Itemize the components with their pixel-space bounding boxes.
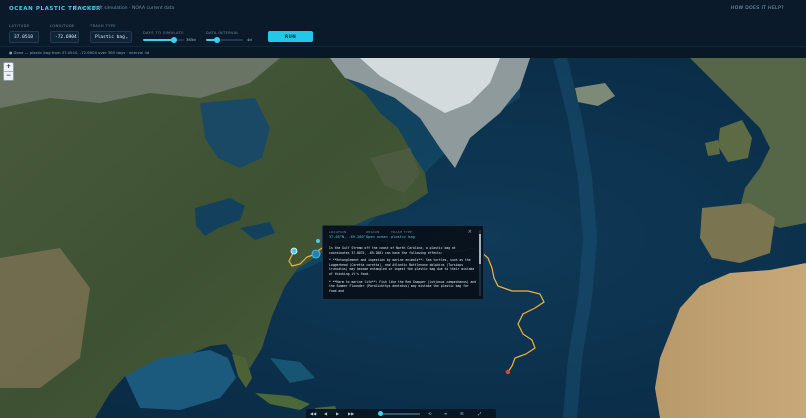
zoom-out-button[interactable]: − bbox=[4, 72, 13, 80]
trash-type-popup-label: TRASH TYPE bbox=[391, 230, 413, 234]
latitude-input[interactable]: 37.0510 bbox=[9, 31, 39, 43]
run-simulation-button[interactable]: RUN SIMULATION bbox=[268, 31, 313, 50]
status-text: ● Done — plastic bag from 37.0510, -72.6… bbox=[9, 50, 150, 55]
popup-paragraph: * **Entanglement and ingestion by marine… bbox=[329, 258, 475, 276]
days-slider-thumb[interactable] bbox=[170, 37, 177, 43]
help-link[interactable]: HOW DOES IT HELP? bbox=[731, 6, 784, 11]
timeline-controls: ◀◀ ◀ ▶ ▶▶ ⟲ ≡ ☰ ⤢ bbox=[306, 409, 496, 418]
info-popup: LOCATION 37.05°N, -69.280° REGION Open o… bbox=[322, 225, 484, 300]
list-icon[interactable]: ☰ bbox=[460, 411, 464, 416]
days-value: 365d bbox=[186, 37, 196, 42]
zoom-in-button[interactable]: + bbox=[4, 63, 13, 72]
top-bar: OCEAN PLASTIC TRACKER Oceanic drift simu… bbox=[0, 0, 806, 19]
days-label: DAYS TO SIMULATE bbox=[143, 31, 184, 35]
chevron-down-icon: ▾ bbox=[125, 35, 128, 40]
interval-value: 4d bbox=[247, 37, 252, 42]
close-icon[interactable]: × bbox=[468, 229, 472, 235]
end-marker[interactable] bbox=[505, 369, 511, 375]
latitude-label: LATITUDE bbox=[9, 24, 30, 28]
fast-forward-button[interactable]: ▶▶ bbox=[348, 411, 354, 416]
popup-description: In the Gulf Stream off the coast of Nort… bbox=[329, 246, 477, 298]
waypoint-marker[interactable] bbox=[316, 239, 320, 243]
popup-scrollbar[interactable] bbox=[479, 230, 481, 296]
trash-type-select[interactable]: Plastic bag ▾ bbox=[90, 31, 132, 43]
iberia bbox=[700, 203, 775, 263]
reset-icon[interactable]: ⟲ bbox=[428, 411, 431, 416]
popup-scroll-thumb[interactable] bbox=[479, 234, 481, 264]
days-slider-fill bbox=[143, 39, 174, 41]
timeline-track[interactable] bbox=[380, 413, 420, 415]
start-marker[interactable] bbox=[290, 247, 298, 255]
interval-slider[interactable] bbox=[206, 37, 243, 43]
rewind-button[interactable]: ◀◀ bbox=[310, 411, 316, 416]
controls-panel: LATITUDE 37.0510 LONGITUDE -72.6904 TRAS… bbox=[0, 18, 806, 46]
location-label: LOCATION bbox=[329, 230, 347, 234]
timeline-scrubber[interactable] bbox=[378, 411, 383, 416]
fullscreen-icon[interactable]: ⤢ bbox=[478, 411, 481, 416]
popup-paragraph: * **Harm to marine life**: Fish like the… bbox=[329, 279, 477, 293]
zoom-control: + − bbox=[3, 62, 14, 81]
location-value: 37.05°N, -69.280° bbox=[329, 235, 366, 239]
longitude-input[interactable]: -72.6904 bbox=[50, 31, 79, 43]
play-button[interactable]: ▶ bbox=[336, 411, 339, 416]
step-back-button[interactable]: ◀ bbox=[324, 411, 327, 416]
app-subtitle: Oceanic drift simulation · NOAA current … bbox=[74, 6, 175, 11]
trash-type-popup-value: plastic bag bbox=[391, 235, 415, 239]
interval-label: DATA INTERVAL bbox=[206, 31, 239, 35]
trash-type-label: TRASH TYPE bbox=[90, 24, 116, 28]
interval-slider-thumb[interactable] bbox=[214, 37, 221, 43]
region-label: REGION bbox=[366, 230, 380, 234]
region-value: Open ocean bbox=[366, 235, 388, 239]
layers-icon[interactable]: ≡ bbox=[444, 411, 447, 416]
popup-paragraph: In the Gulf Stream off the coast of Nort… bbox=[329, 246, 456, 255]
days-slider[interactable] bbox=[143, 37, 184, 43]
trash-type-value: Plastic bag bbox=[95, 35, 125, 40]
longitude-label: LONGITUDE bbox=[50, 24, 75, 28]
selected-point-marker[interactable] bbox=[311, 249, 321, 259]
